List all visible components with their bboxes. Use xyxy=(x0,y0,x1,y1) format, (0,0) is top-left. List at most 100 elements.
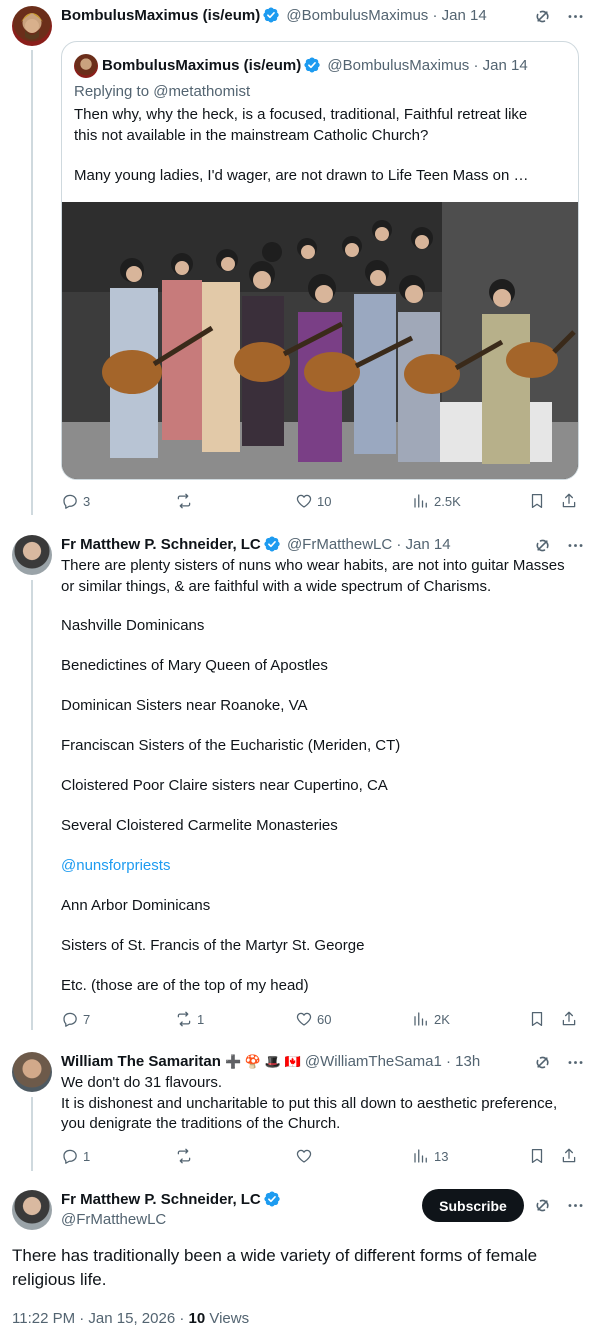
more-icon[interactable] xyxy=(566,1053,585,1072)
avatar[interactable] xyxy=(12,6,52,46)
avatar[interactable] xyxy=(12,1190,52,1230)
tweet-text-line: you denigrate the traditions of the Chur… xyxy=(61,1115,341,1132)
views-count: 13 xyxy=(434,1148,449,1164)
grok-icon[interactable] xyxy=(533,536,552,555)
reply-button[interactable]: 7 xyxy=(61,1010,90,1028)
views-icon xyxy=(412,492,430,510)
like-count: 10 xyxy=(317,493,332,509)
verified-badge-icon xyxy=(263,1190,281,1208)
repost-button[interactable] xyxy=(175,492,197,510)
heart-icon xyxy=(295,1147,313,1165)
author-name[interactable]: BombulusMaximus (is/eum) xyxy=(61,7,260,24)
thread-line xyxy=(31,50,33,515)
tweet-text-line: Cloistered Poor Claire sisters near Cupe… xyxy=(61,777,388,794)
reply-button[interactable]: 3 xyxy=(61,492,90,510)
tweet-text-line: Franciscan Sisters of the Eucharistic (M… xyxy=(61,737,401,754)
share-icon xyxy=(560,492,578,510)
bookmark-button[interactable] xyxy=(528,492,546,510)
like-button[interactable] xyxy=(295,1147,317,1165)
repost-button[interactable] xyxy=(175,1147,197,1165)
verified-badge-icon xyxy=(303,56,321,74)
author-handle[interactable]: @WilliamTheSama1 xyxy=(305,1053,442,1070)
like-button[interactable]: 10 xyxy=(295,492,331,510)
tweet-text-line: Nashville Dominicans xyxy=(61,617,205,634)
quote-tweet-card[interactable]: BombulusMaximus (is/eum) @BombulusMaximu… xyxy=(61,41,579,480)
views-count: 2K xyxy=(434,1011,450,1027)
mention-link[interactable]: @nunsforpriests xyxy=(61,856,170,876)
bookmark-button[interactable] xyxy=(528,1147,546,1165)
bookmark-icon xyxy=(528,492,546,510)
quote-author-handle: @BombulusMaximus · Jan 14 xyxy=(327,57,528,74)
author-handle[interactable]: @FrMatthewLC xyxy=(287,536,392,553)
name-emoji: ➕ 🍄 🎩 🇨🇦 xyxy=(225,1054,301,1069)
action-bar: 1 13 xyxy=(61,1147,581,1167)
reply-count: 1 xyxy=(83,1148,91,1164)
views-label: Views xyxy=(205,1310,250,1327)
more-icon[interactable] xyxy=(566,536,585,555)
grok-icon[interactable] xyxy=(533,1196,552,1215)
tweet-text-line: There has traditionally been a wide vari… xyxy=(12,1246,538,1265)
views-count: 2.5K xyxy=(434,493,461,509)
tweet-text-line: Several Cloistered Carmelite Monasteries xyxy=(61,817,338,834)
tweet-text-line: There are plenty sisters of nuns who wea… xyxy=(61,557,565,574)
quote-author-name: BombulusMaximus (is/eum) xyxy=(102,57,302,74)
views-button[interactable]: 13 xyxy=(412,1147,448,1165)
views-icon xyxy=(412,1147,430,1165)
repost-icon xyxy=(175,492,193,510)
like-button[interactable]: 60 xyxy=(295,1010,331,1028)
repost-icon xyxy=(175,1010,193,1028)
share-button[interactable] xyxy=(560,1010,578,1028)
quote-text-line: Many young ladies, I'd wager, are not dr… xyxy=(74,167,529,184)
more-icon[interactable] xyxy=(566,7,585,26)
tweet-date[interactable]: · Jan 14 xyxy=(396,536,450,553)
tweet-text-line: It is dishonest and uncharitable to put … xyxy=(61,1095,558,1112)
repost-icon xyxy=(175,1147,193,1165)
reply-button[interactable]: 1 xyxy=(61,1147,90,1165)
author-name[interactable]: William The Samaritan xyxy=(61,1053,221,1070)
reply-icon xyxy=(61,1147,79,1165)
bookmark-icon xyxy=(528,1147,546,1165)
avatar[interactable] xyxy=(12,535,52,575)
share-button[interactable] xyxy=(560,1147,578,1165)
like-count: 60 xyxy=(317,1011,332,1027)
tweet-date[interactable]: · Jan 14 xyxy=(432,7,486,24)
author-handle[interactable]: @FrMatthewLC xyxy=(61,1210,166,1230)
author-handle[interactable]: @BombulusMaximus xyxy=(286,7,428,24)
quote-avatar xyxy=(74,54,98,78)
views-button[interactable]: 2.5K xyxy=(412,492,461,510)
avatar-figure-icon xyxy=(21,13,43,40)
share-icon xyxy=(560,1010,578,1028)
tweet-text-line: Benedictines of Mary Queen of Apostles xyxy=(61,657,328,674)
views-button[interactable]: 2K xyxy=(412,1010,450,1028)
action-bar: 3 10 2.5K xyxy=(61,492,581,512)
views-count: 10 xyxy=(188,1310,206,1327)
tweet-text-line: Etc. (those are of the top of my head) xyxy=(61,977,309,994)
share-icon xyxy=(560,1147,578,1165)
timestamp[interactable]: 11:22 PM · Jan 15, 2026 · xyxy=(12,1310,189,1327)
bookmark-button[interactable] xyxy=(528,1010,546,1028)
tweet-text-line: or similar things, & are faithful with a… xyxy=(61,578,492,595)
author-name[interactable]: Fr Matthew P. Schneider, LC xyxy=(61,1191,261,1208)
heart-icon xyxy=(295,1010,313,1028)
reply-count: 7 xyxy=(83,1011,91,1027)
thread-line xyxy=(31,1097,33,1171)
grok-icon[interactable] xyxy=(533,7,552,26)
subscribe-button[interactable]: Subscribe xyxy=(422,1189,524,1222)
views-icon xyxy=(412,1010,430,1028)
repost-button[interactable]: 1 xyxy=(175,1010,204,1028)
tweet-text-line: Sisters of St. Francis of the Martyr St.… xyxy=(61,937,365,954)
tweet-text-line: Ann Arbor Dominicans xyxy=(61,897,211,914)
tweet-date[interactable]: · 13h xyxy=(446,1053,480,1070)
timestamp-row: 11:22 PM · Jan 15, 2026 · 10 Views xyxy=(12,1309,249,1329)
quote-photo[interactable] xyxy=(62,202,578,479)
avatar[interactable] xyxy=(12,1052,52,1092)
author-name[interactable]: Fr Matthew P. Schneider, LC xyxy=(61,536,261,553)
quote-text-line: this not available in the mainstream Cat… xyxy=(74,127,429,144)
share-button[interactable] xyxy=(560,492,578,510)
action-bar: 7 1 60 2K xyxy=(61,1010,581,1030)
replying-to: Replying to @metathomist xyxy=(74,83,251,100)
grok-icon[interactable] xyxy=(533,1053,552,1072)
heart-icon xyxy=(295,492,313,510)
quote-text-line: Then why, why the heck, is a focused, tr… xyxy=(74,106,528,123)
more-icon[interactable] xyxy=(566,1196,585,1215)
